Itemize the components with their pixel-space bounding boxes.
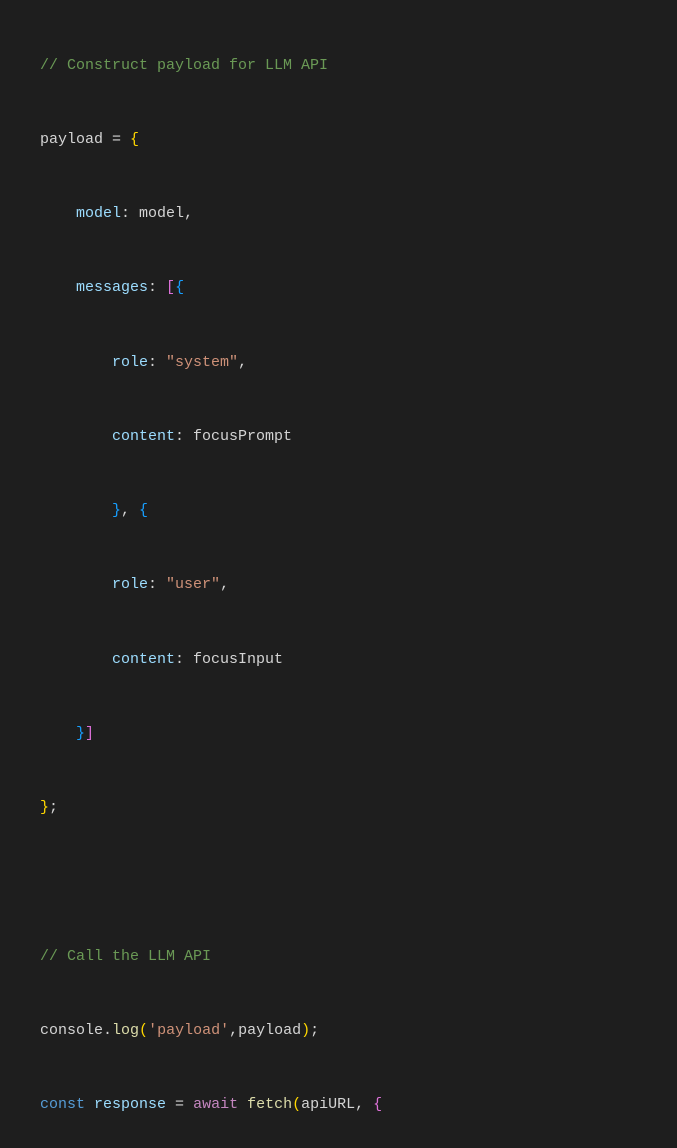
comma: , [238, 354, 247, 371]
brace-close: } [40, 799, 49, 816]
code-line: }, { [0, 499, 677, 524]
identifier: payload [40, 131, 103, 148]
paren-close: ) [301, 1022, 310, 1039]
brace-open: { [175, 279, 184, 296]
indent [40, 502, 112, 519]
indent [40, 354, 112, 371]
code-line: }] [0, 722, 677, 747]
code-line: messages: [{ [0, 276, 677, 301]
identifier: console [40, 1022, 103, 1039]
code-line: content: focusInput [0, 648, 677, 673]
colon: : [148, 576, 166, 593]
identifier: apiURL [301, 1096, 355, 1113]
code-line: role: "system", [0, 351, 677, 376]
comma: , [229, 1022, 238, 1039]
property: content [112, 428, 175, 445]
operator: = [103, 131, 130, 148]
code-line: console.log('payload',payload); [0, 1019, 677, 1044]
keyword: const [40, 1096, 85, 1113]
space [238, 1096, 247, 1113]
paren-open: ( [292, 1096, 301, 1113]
colon: : [121, 205, 139, 222]
brace-open: { [130, 131, 139, 148]
indent [40, 428, 112, 445]
paren-open: ( [139, 1022, 148, 1039]
variable: response [94, 1096, 166, 1113]
semicolon: ; [49, 799, 58, 816]
property: messages [76, 279, 148, 296]
brace-open: { [373, 1096, 382, 1113]
identifier: focusPrompt [193, 428, 292, 445]
keyword: await [193, 1096, 238, 1113]
code-line: // Construct payload for LLM API [0, 54, 677, 79]
indent [40, 279, 76, 296]
code-line: model: model, [0, 202, 677, 227]
colon: : [175, 428, 193, 445]
code-line: role: "user", [0, 573, 677, 598]
brace-open: { [139, 502, 148, 519]
method: log [112, 1022, 139, 1039]
string: "system" [166, 354, 238, 371]
comma: , [355, 1096, 373, 1113]
operator: = [166, 1096, 193, 1113]
property: model [76, 205, 121, 222]
space [85, 1096, 94, 1113]
blank-line [0, 870, 677, 895]
comma: , [184, 205, 193, 222]
indent [40, 725, 76, 742]
indent [40, 205, 76, 222]
indent [40, 651, 112, 668]
dot: . [103, 1022, 112, 1039]
code-line: content: focusPrompt [0, 425, 677, 450]
property: role [112, 576, 148, 593]
colon: : [175, 651, 193, 668]
comment: // Construct payload for LLM API [40, 57, 328, 74]
code-line: payload = { [0, 128, 677, 153]
string: "user" [166, 576, 220, 593]
comma: , [121, 502, 139, 519]
identifier: model [139, 205, 184, 222]
semicolon: ; [310, 1022, 319, 1039]
identifier: focusInput [193, 651, 283, 668]
property: content [112, 651, 175, 668]
colon: : [148, 354, 166, 371]
identifier: payload [238, 1022, 301, 1039]
brace-close: } [112, 502, 121, 519]
brace-close: } [76, 725, 85, 742]
comma: , [220, 576, 229, 593]
indent [40, 576, 112, 593]
code-line: }; [0, 796, 677, 821]
code-editor: // Construct payload for LLM API payload… [0, 0, 677, 1148]
bracket-open: [ [166, 279, 175, 296]
comment: // Call the LLM API [40, 948, 211, 965]
bracket-close: ] [85, 725, 94, 742]
string: 'payload' [148, 1022, 229, 1039]
code-line: // Call the LLM API [0, 945, 677, 970]
function: fetch [247, 1096, 292, 1113]
code-line: const response = await fetch(apiURL, { [0, 1093, 677, 1118]
colon: : [148, 279, 166, 296]
property: role [112, 354, 148, 371]
